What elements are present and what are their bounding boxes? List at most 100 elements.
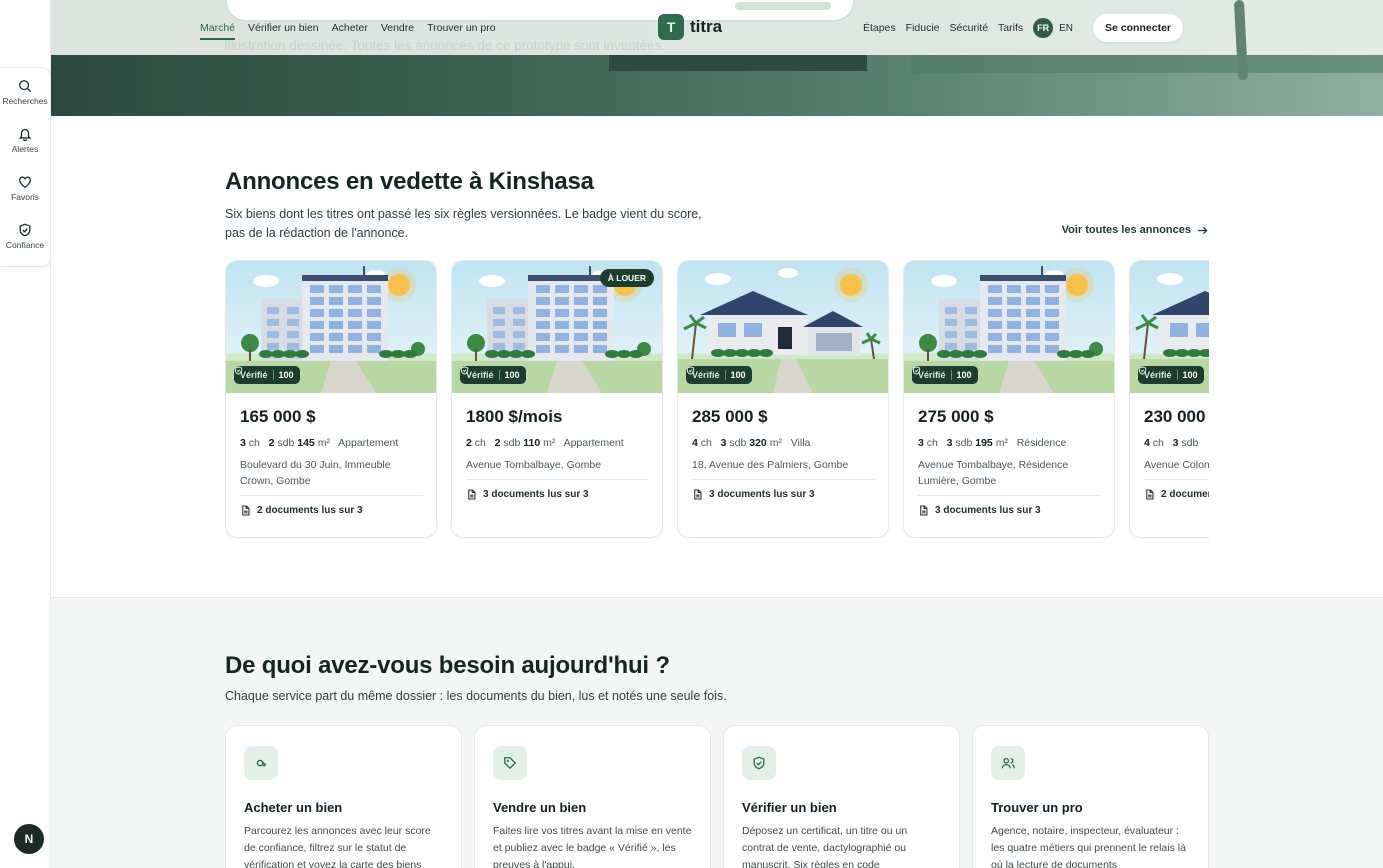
listing-price: 230 000 $ <box>1144 407 1209 426</box>
rail-item-alertes[interactable]: Alertes <box>0 116 50 164</box>
featured-section: Annonces en vedette à Kinshasa Six biens… <box>225 168 1210 243</box>
lang-fr-button[interactable]: FR <box>1033 18 1054 38</box>
spec-bathrooms: 2 <box>494 437 501 449</box>
rail-item-favoris[interactable]: Favoris <box>0 164 50 212</box>
spec-bathrooms-unit: sdb <box>729 437 747 449</box>
nav-link-tarifs[interactable]: Tarifs <box>998 16 1023 40</box>
listing-card[interactable]: Vérifié 100 275 000 $ 3 ch 3 sdb 195 m² R… <box>903 260 1115 538</box>
listing-photo: Vérifié 100 <box>1130 261 1209 393</box>
document-icon <box>920 505 928 516</box>
spec-bathrooms: 3 <box>720 437 727 449</box>
listing-carousel: Vérifié 100 165 000 $ 3 ch 2 sdb 145 m² A… <box>225 260 1209 540</box>
listing-card[interactable]: Vérifié 100 285 000 $ 4 ch 3 sdb 320 m² V… <box>677 260 889 538</box>
top-nav: Marché Vérifier un bien Acheter Vendre T… <box>200 14 1183 42</box>
users-icon <box>1001 757 1015 769</box>
lang-en-button[interactable]: EN <box>1059 23 1073 34</box>
listing-price: 165 000 $ <box>240 407 316 426</box>
listing-specs: 3 ch 3 sdb 195 m² Résidence <box>918 437 1101 449</box>
nav-link-fiducie[interactable]: Fiducie <box>906 16 940 40</box>
nav-link-marche[interactable]: Marché <box>200 16 236 40</box>
listing-docs: 2 documents lus sur 3 <box>240 495 423 516</box>
service-title: Vendre un bien <box>493 800 587 815</box>
service-card[interactable]: Vérifier un bien Déposez un certificat, … <box>723 725 960 868</box>
verified-badge: Vérifié 100 <box>460 366 526 384</box>
service-card[interactable]: Vendre un bien Faites lire vos titres av… <box>474 725 711 868</box>
listing-price: 285 000 $ <box>692 407 768 426</box>
nav-link-pro[interactable]: Trouver un pro <box>427 16 495 40</box>
user-avatar[interactable]: N <box>14 824 44 854</box>
spec-bedrooms: 4 <box>1144 437 1150 449</box>
language-switcher: FR EN <box>1033 18 1073 38</box>
shield-check-icon <box>1138 366 1147 375</box>
nav-link-verifier[interactable]: Vérifier un bien <box>248 16 319 40</box>
service-card[interactable]: Acheter un bien Parcourez les annonces a… <box>225 725 462 868</box>
nav-link-securite[interactable]: Sécurité <box>950 16 989 40</box>
heart-icon <box>19 176 31 188</box>
listing-docs: 3 documents lus sur 3 <box>692 479 875 500</box>
listing-card[interactable]: À LOUER Vérifié 100 1800 $/mois 2 ch 2 sd… <box>451 260 663 538</box>
spec-area: 145 <box>297 437 315 449</box>
spec-bathrooms-unit: sdb <box>955 437 973 449</box>
listing-photo: Vérifié 100 <box>226 261 436 393</box>
spec-bathrooms: 3 <box>1172 437 1179 449</box>
listing-photo: Vérifié 100 <box>904 261 1114 393</box>
service-icon-box <box>493 746 527 780</box>
spec-bedrooms-unit: ch <box>926 437 938 449</box>
spec-bathrooms-unit: sdb <box>277 437 295 449</box>
nav-link-vendre[interactable]: Vendre <box>381 16 414 40</box>
brand-logo[interactable]: T titra <box>658 14 722 40</box>
verified-badge: Vérifié 100 <box>912 366 978 384</box>
listing-specs: 2 ch 2 sdb 110 m² Appartement <box>466 437 649 449</box>
listing-price: 1800 $/mois <box>466 407 563 426</box>
rail-item-recherches[interactable]: Recherches <box>0 68 50 116</box>
spec-bedrooms-unit: ch <box>248 437 260 449</box>
spec-bathrooms: 2 <box>268 437 275 449</box>
shield-check-icon <box>912 366 921 375</box>
spec-area-unit: m² <box>995 437 1008 449</box>
listing-photo: À LOUER Vérifié 100 <box>452 261 662 393</box>
service-icon-box <box>991 746 1025 780</box>
rail-panel: Recherches Alertes Favoris Confiance <box>0 67 51 267</box>
spec-area: 195 <box>975 437 993 449</box>
see-all-listings-link[interactable]: Voir toutes les annonces <box>1062 224 1208 236</box>
docs-label: 2 documents lus sur 3 <box>257 505 363 516</box>
see-all-label: Voir toutes les annonces <box>1061 224 1191 236</box>
rail-label: Confiance <box>5 239 45 250</box>
spec-bedrooms-unit: ch <box>1152 437 1164 449</box>
rail-item-confiance[interactable]: Confiance <box>0 212 50 260</box>
shield-check-icon <box>234 366 243 375</box>
spec-type: Résidence <box>1016 437 1067 449</box>
listing-docs: 3 documents lus sur 3 <box>466 479 649 500</box>
listing-specs: 3 ch 2 sdb 145 m² Appartement <box>240 437 423 449</box>
search-icon <box>19 79 32 92</box>
featured-title: Annonces en vedette à Kinshasa <box>225 168 594 195</box>
services-section: De quoi avez-vous besoin aujourd'hui ? C… <box>51 597 1383 868</box>
service-card[interactable]: Trouver un pro Agence, notaire, inspecte… <box>972 725 1209 868</box>
key-icon <box>256 759 267 767</box>
service-icon-box <box>244 746 278 780</box>
listing-card[interactable]: Vérifié 100 230 000 $ 4 ch 3 sdb Avenue C… <box>1129 260 1209 538</box>
listing-card[interactable]: Vérifié 100 165 000 $ 3 ch 2 sdb 145 m² A… <box>225 260 437 538</box>
listing-address: Avenue Tombalbaye, Résidence Lumière, Go… <box>918 459 1069 487</box>
spec-bathrooms-unit: sdb <box>503 437 521 449</box>
spec-area: 320 <box>749 437 767 449</box>
badge-label: Vérifié <box>466 370 494 380</box>
badge-label: Vérifié <box>1144 370 1172 380</box>
brand-name: titra <box>690 17 723 36</box>
service-desc: Déposez un certificat, un titre ou un co… <box>742 825 908 868</box>
spec-bedrooms: 3 <box>918 437 924 449</box>
nav-link-etapes[interactable]: Étapes <box>863 16 896 40</box>
badge-score: 100 <box>956 370 972 380</box>
shield-check-icon <box>460 366 469 375</box>
nav-link-acheter[interactable]: Acheter <box>332 16 368 40</box>
spec-type: Appartement <box>338 437 399 449</box>
hero-decor-strip <box>609 55 867 71</box>
verified-badge: Vérifié 100 <box>686 366 752 384</box>
listing-specs: 4 ch 3 sdb 320 m² Villa <box>692 437 875 449</box>
spec-area-unit: m² <box>769 437 782 449</box>
search-submit-button[interactable] <box>735 2 831 10</box>
badge-label: Vérifié <box>918 370 946 380</box>
login-button[interactable]: Se connecter <box>1093 14 1183 42</box>
listing-specs: 4 ch 3 sdb <box>1144 437 1209 449</box>
docs-label: 3 documents lus sur 3 <box>483 489 589 500</box>
